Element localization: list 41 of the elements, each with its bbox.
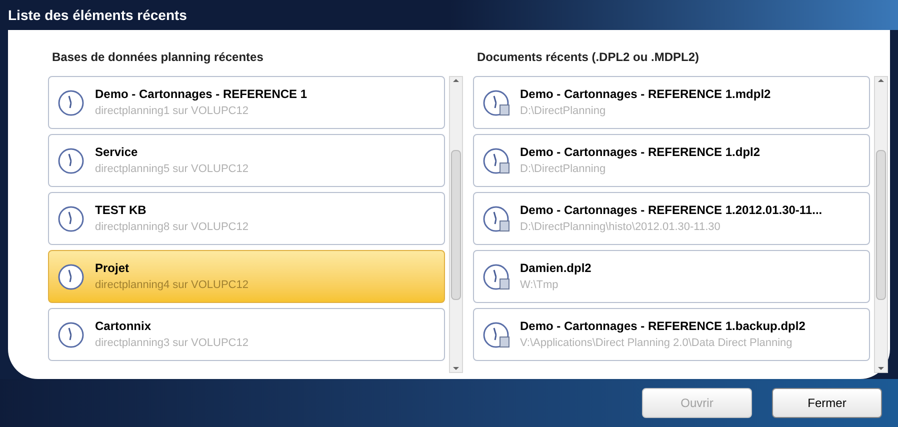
item-title: Demo - Cartonnages - REFERENCE 1.dpl2	[520, 146, 760, 158]
scrollbar[interactable]	[874, 76, 888, 373]
item-title: Demo - Cartonnages - REFERENCE 1.backup.dpl2	[520, 320, 806, 332]
window-title: Liste des éléments récents	[8, 6, 187, 24]
item-title: TEST KB	[95, 204, 148, 216]
item-subtitle: directplanning3 sur VOLUPC12	[95, 338, 248, 349]
dialog-button[interactable]: Fermer	[772, 388, 882, 418]
list-item[interactable]: Demo - Cartonnages - REFERENCE 1 directplanning1 sur VOLUPC12	[48, 76, 445, 129]
item-title: Demo - Cartonnages - REFERENCE 1.mdpl2	[520, 88, 771, 100]
item-title: Demo - Cartonnages - REFERENCE 1.2012.01.30-11...	[520, 204, 822, 216]
document-clock-icon	[482, 204, 512, 234]
list-item[interactable]: Demo - Cartonnages - REFERENCE 1.backup.dpl2 V:\Applications\Direct Planning 2.0\Data Direct Planning	[473, 308, 870, 361]
item-subtitle: directplanning4 sur VOLUPC12	[95, 280, 248, 291]
section-heading: Bases de données planning récentes	[51, 49, 264, 66]
list-item[interactable]: Projet directplanning4 sur VOLUPC12	[48, 250, 445, 303]
document-clock-icon	[482, 320, 512, 350]
item-subtitle: directplanning5 sur VOLUPC12	[95, 164, 248, 175]
list-item[interactable]: TEST KB directplanning8 sur VOLUPC12	[48, 192, 445, 245]
document-clock-icon	[482, 262, 512, 292]
list-item[interactable]: Demo - Cartonnages - REFERENCE 1.dpl2 D:\DirectPlanning	[473, 134, 870, 187]
list-item[interactable]: Damien.dpl2 W:\Tmp	[473, 250, 870, 303]
item-title: Damien.dpl2	[520, 262, 592, 274]
document-clock-icon	[482, 146, 512, 176]
list-item[interactable]: Cartonnix directplanning3 sur VOLUPC12	[48, 308, 445, 361]
list-item[interactable]: Demo - Cartonnages - REFERENCE 1.2012.01.30-11... D:\DirectPlanning\histo\2012.01.30-11.30	[473, 192, 870, 245]
item-subtitle: D:\DirectPlanning\histo\2012.01.30-11.30	[520, 222, 722, 233]
item-subtitle: D:\DirectPlanning	[520, 106, 607, 117]
item-subtitle: V:\Applications\Direct Planning 2.0\Data Direct Planning	[520, 338, 794, 349]
item-title: Service	[95, 146, 139, 158]
item-subtitle: D:\DirectPlanning	[520, 164, 607, 175]
item-subtitle: directplanning8 sur VOLUPC12	[95, 222, 248, 233]
list-item[interactable]: Service directplanning5 sur VOLUPC12	[48, 134, 445, 187]
scrollbar[interactable]	[449, 76, 463, 373]
document-clock-icon	[482, 88, 512, 118]
item-title: Projet	[95, 262, 130, 274]
item-subtitle: directplanning1 sur VOLUPC12	[95, 106, 250, 117]
item-title: Cartonnix	[95, 320, 152, 332]
item-subtitle: W:\Tmp	[520, 280, 560, 291]
list-item[interactable]: Demo - Cartonnages - REFERENCE 1.mdpl2 D:\DirectPlanning	[473, 76, 870, 129]
section-heading: Documents récents (.DPL2 ou .MDPL2)	[476, 49, 700, 66]
item-title: Demo - Cartonnages - REFERENCE 1	[95, 88, 308, 100]
